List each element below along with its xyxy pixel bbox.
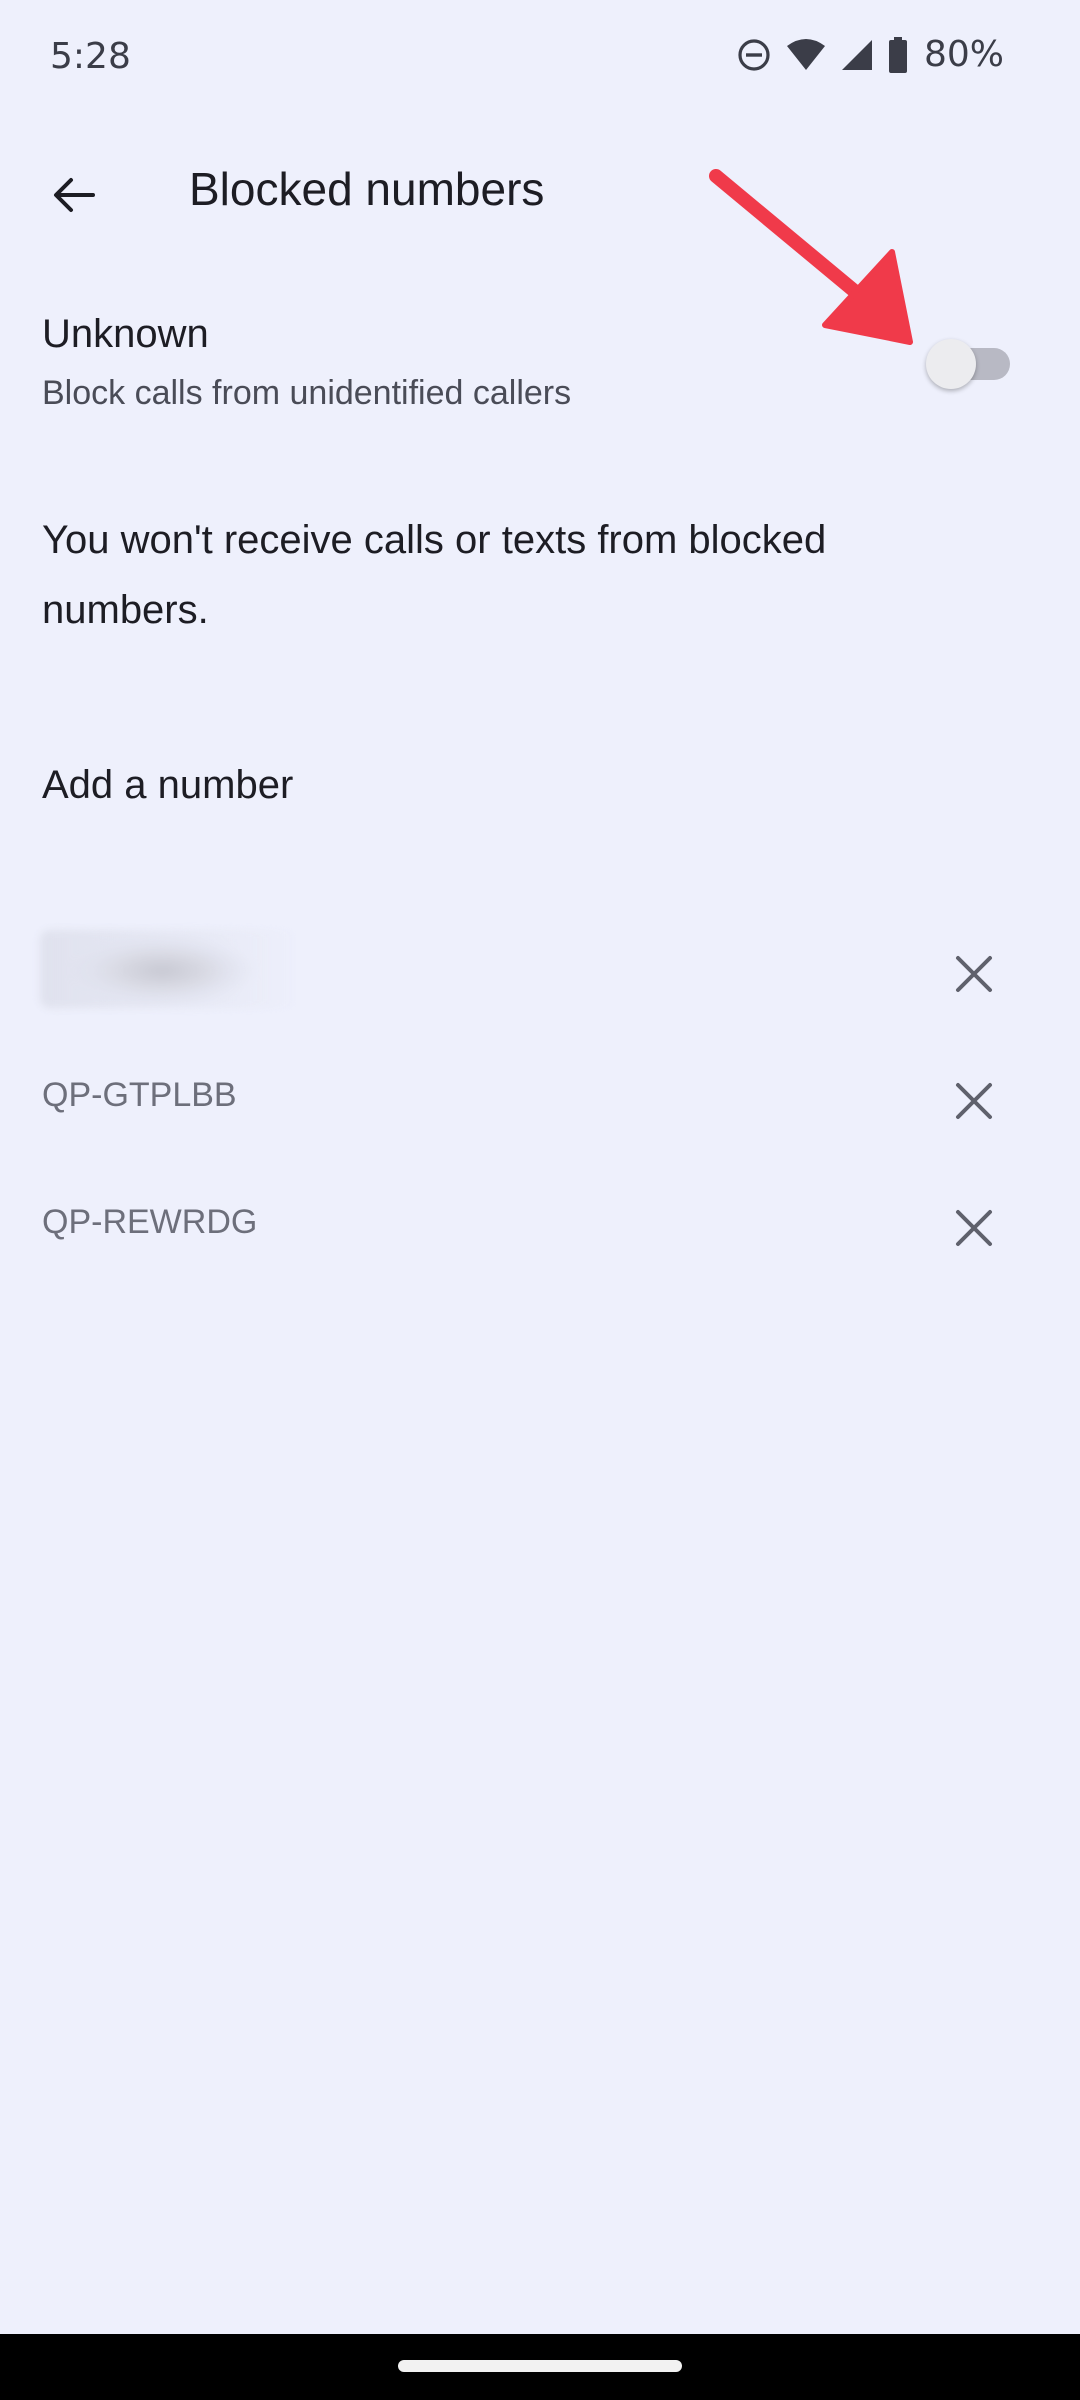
toggle-thumb bbox=[926, 339, 976, 389]
blocked-number-item bbox=[0, 916, 1080, 1026]
blocked-number-value: QP-GTPLBB bbox=[42, 1076, 237, 1114]
page-title: Blocked numbers bbox=[189, 163, 545, 215]
blocked-number-value: QP-REWRDG bbox=[42, 1203, 258, 1241]
unknown-setting-title: Unknown bbox=[42, 312, 209, 356]
remove-number-button[interactable] bbox=[934, 934, 1014, 1014]
add-number-button[interactable]: Add a number bbox=[0, 748, 1080, 828]
blocked-number-item: QP-REWRDG bbox=[0, 1170, 1080, 1280]
battery-percent: 80% bbox=[923, 34, 1004, 75]
blocked-number-item: QP-GTPLBB bbox=[0, 1043, 1080, 1153]
status-time: 5:28 bbox=[50, 36, 131, 77]
remove-number-button[interactable] bbox=[934, 1061, 1014, 1141]
blocked-info-text: You won't receive calls or texts from bl… bbox=[42, 518, 827, 632]
navigation-bar bbox=[0, 2334, 1080, 2400]
arrow-left-icon bbox=[54, 178, 95, 212]
close-icon bbox=[956, 956, 992, 992]
do-not-disturb-icon bbox=[738, 38, 770, 71]
back-button[interactable] bbox=[30, 152, 116, 238]
status-bar: 5:28 80% bbox=[0, 0, 1080, 120]
close-icon bbox=[956, 1210, 992, 1246]
home-gesture-handle[interactable] bbox=[398, 2360, 682, 2372]
remove-number-button[interactable] bbox=[934, 1188, 1014, 1268]
status-icons: 80% bbox=[736, 34, 1004, 75]
unknown-setting-subtitle: Block calls from unidentified callers bbox=[42, 374, 572, 412]
add-number-label: Add a number bbox=[42, 763, 294, 807]
wifi-icon bbox=[786, 38, 825, 70]
battery-icon bbox=[888, 36, 907, 73]
close-icon bbox=[956, 1083, 992, 1119]
unknown-callers-toggle[interactable] bbox=[926, 339, 1010, 389]
redacted-number bbox=[40, 930, 300, 1008]
annotation-arrow-icon bbox=[709, 169, 913, 345]
cellular-signal-icon bbox=[841, 39, 872, 70]
